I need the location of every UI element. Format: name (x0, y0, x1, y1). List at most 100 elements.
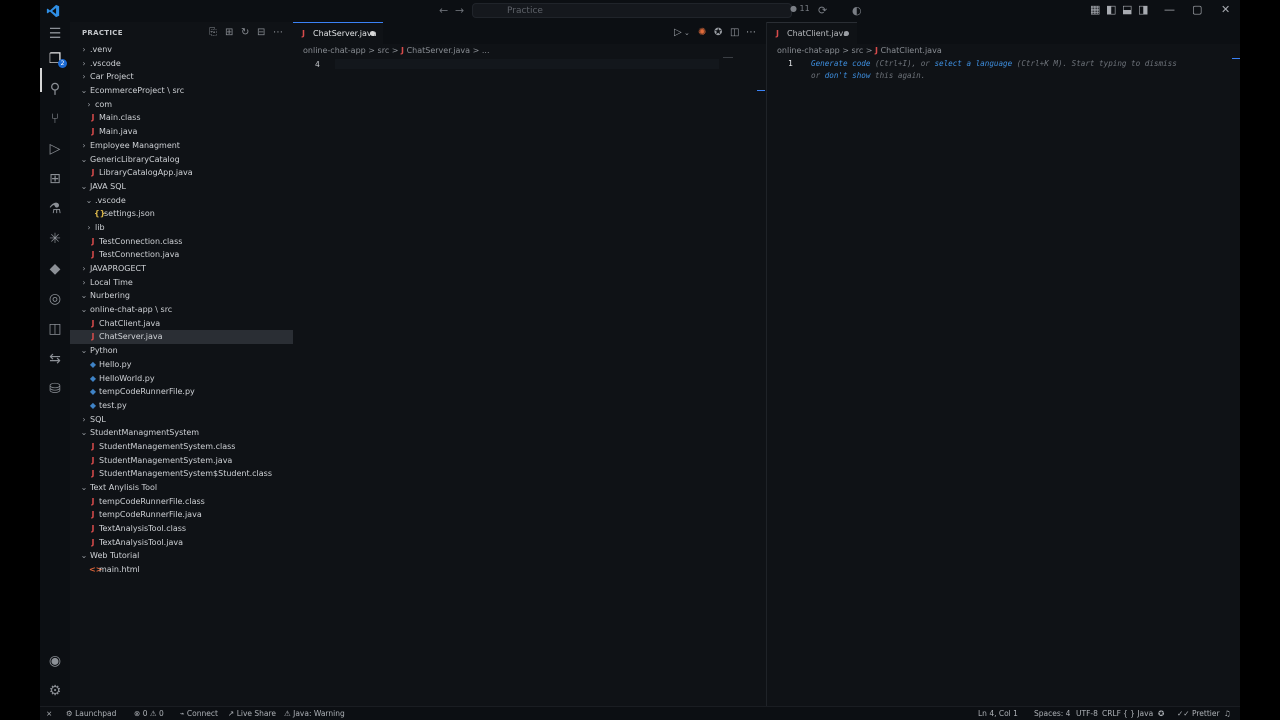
copilot-status-icon[interactable]: ✪ (1158, 709, 1164, 718)
chat-icon[interactable]: ◫ (46, 320, 64, 338)
tab-chatserver[interactable]: J ChatServer.java (293, 22, 383, 44)
chevron-down-icon[interactable]: ⌄ (85, 194, 93, 208)
remote-explorer-icon[interactable]: ⇆ (46, 350, 64, 368)
spark-icon[interactable]: ✺ (698, 27, 706, 38)
testing-icon[interactable]: ⚗ (46, 200, 64, 218)
tree-folder[interactable]: ⌄ EcommerceProject \ src (70, 84, 293, 98)
minimize-icon[interactable]: — (1164, 3, 1175, 16)
select-language-link[interactable]: select a language (934, 59, 1012, 68)
tree-file[interactable]: J TestConnection.java (70, 248, 293, 262)
source-control-icon[interactable]: ⑂ (46, 110, 64, 128)
tree-file[interactable]: J StudentManagementSystem$Student.class (70, 467, 293, 481)
chevron-down-icon[interactable]: ⌄ (80, 303, 88, 317)
menu-icon[interactable]: ☰ (46, 25, 64, 43)
chevron-down-icon[interactable]: ⌄ (80, 153, 88, 167)
unsaved-dot-icon[interactable] (844, 31, 849, 36)
copilot-status-icon[interactable]: ✪ (714, 27, 722, 38)
crumb-src[interactable]: src (852, 46, 864, 55)
tree-file[interactable]: J Main.java (70, 125, 293, 139)
command-center-search[interactable]: Practice (472, 3, 792, 18)
tree-folder[interactable]: › .vscode (70, 57, 293, 71)
database-icon[interactable]: ⛁ (46, 380, 64, 398)
tree-file[interactable]: ◆ HelloWorld.py (70, 372, 293, 386)
problems-item[interactable]: ⊗ 0 ⚠ 0 (134, 709, 164, 718)
chevron-down-icon[interactable]: ⌄ (80, 180, 88, 194)
python-icon[interactable]: ◆ (46, 260, 64, 278)
collapse-all-icon[interactable]: ⊟ (257, 27, 265, 38)
dont-show-link[interactable]: don't show (825, 71, 871, 80)
more-actions-icon[interactable]: ⋯ (273, 27, 283, 38)
tab-chatclient[interactable]: J ChatClient.java (767, 22, 857, 44)
launchpad-item[interactable]: ⚙ Launchpad (66, 709, 116, 718)
tree-file[interactable]: ◆ tempCodeRunnerFile.py (70, 385, 293, 399)
toggle-panel-icon[interactable]: ⬓ (1122, 3, 1132, 16)
maximize-icon[interactable]: ▢ (1192, 3, 1202, 16)
tree-file[interactable]: J ChatClient.java (70, 317, 293, 331)
tree-folder[interactable]: › lib (70, 221, 293, 235)
tree-file[interactable]: J LibraryCatalogApp.java (70, 166, 293, 180)
search-icon[interactable]: ⚲ (46, 80, 64, 98)
tree-folder[interactable]: › JAVAPROGECT (70, 262, 293, 276)
tree-file[interactable]: J TextAnalysisTool.class (70, 522, 293, 536)
tree-file[interactable]: J Main.class (70, 111, 293, 125)
chevron-down-icon[interactable]: ⌄ (80, 84, 88, 98)
tree-folder[interactable]: › Local Time (70, 276, 293, 290)
new-folder-icon[interactable]: ⊞ (225, 27, 233, 38)
notifications-indicator[interactable]: ● 11 (790, 4, 810, 13)
tree-file[interactable]: J StudentManagementSystem.java (70, 454, 293, 468)
tree-file[interactable]: {} settings.json (70, 207, 293, 221)
tree-file[interactable]: ◆ Hello.py (70, 358, 293, 372)
tree-folder[interactable]: › SQL (70, 413, 293, 427)
cursor-position[interactable]: Ln 4, Col 1 (978, 709, 1018, 718)
toggle-secondary-sidebar-icon[interactable]: ◨ (1138, 3, 1148, 16)
split-editor-icon[interactable]: ◫ (730, 27, 739, 38)
unsaved-dot-icon[interactable] (370, 31, 375, 36)
chevron-down-icon[interactable]: ⌄ (80, 344, 88, 358)
chevron-right-icon[interactable]: › (80, 276, 88, 290)
new-file-icon[interactable]: ⎘ (209, 27, 217, 38)
tree-file[interactable]: J ChatServer.java (70, 330, 293, 345)
tree-folder[interactable]: ⌄ Nurbering (70, 289, 293, 303)
account-icon[interactable]: ◉ (46, 652, 64, 670)
language-mode[interactable]: { } Java (1123, 709, 1153, 718)
chevron-right-icon[interactable]: › (80, 43, 88, 57)
connect-item[interactable]: ⌁ Connect (180, 709, 218, 718)
tree-folder[interactable]: ⌄ StudentManagmentSystem (70, 426, 293, 440)
chevron-right-icon[interactable]: › (80, 262, 88, 276)
run-dropdown-icon[interactable]: ⌄ (684, 29, 690, 37)
extensions-icon[interactable]: ⊞ (46, 170, 64, 188)
tree-folder[interactable]: › Car Project (70, 70, 293, 84)
chevron-right-icon[interactable]: › (80, 139, 88, 153)
live-share-item[interactable]: ↗ Live Share (228, 709, 276, 718)
crumb-tail[interactable]: ... (482, 46, 490, 55)
chevron-right-icon[interactable]: › (80, 57, 88, 71)
prettier-item[interactable]: ✓✓ Prettier (1177, 709, 1220, 718)
tree-file[interactable]: ◆ test.py (70, 399, 293, 413)
generate-code-link[interactable]: Generate code (811, 59, 870, 68)
tree-folder[interactable]: ⌄ GenericLibraryCatalog (70, 153, 293, 167)
tree-folder[interactable]: ⌄ Text Anylisis Tool (70, 481, 293, 495)
chevron-right-icon[interactable]: › (85, 98, 93, 112)
line-ending[interactable]: CRLF (1102, 709, 1121, 718)
close-icon[interactable]: ✕ (1221, 3, 1230, 16)
tree-file[interactable]: J StudentManagementSystem.class (70, 440, 293, 454)
run-debug-icon[interactable]: ▷ (46, 140, 64, 158)
gitlens-icon[interactable]: ◎ (46, 290, 64, 308)
chevron-down-icon[interactable]: ⌄ (80, 426, 88, 440)
toggle-sidebar-icon[interactable]: ◧ (1106, 3, 1116, 16)
refresh-icon[interactable]: ↻ (241, 27, 249, 38)
chevron-right-icon[interactable]: › (80, 413, 88, 427)
accounts-icon[interactable]: ◐ (852, 4, 862, 17)
run-icon[interactable]: ▷ (674, 27, 682, 38)
tree-folder[interactable]: ⌄ Web Tutorial (70, 549, 293, 563)
tree-folder[interactable]: › .venv (70, 43, 293, 57)
settings-gear-icon[interactable]: ⚙ (46, 682, 64, 700)
crumb-project[interactable]: online-chat-app (303, 46, 366, 55)
tree-file[interactable]: J TextAnalysisTool.java (70, 536, 293, 550)
tree-folder[interactable]: › com (70, 98, 293, 112)
copilot-icon[interactable]: ⟳ (818, 4, 827, 17)
chevron-right-icon[interactable]: › (85, 221, 93, 235)
tree-file[interactable]: J TestConnection.class (70, 235, 293, 249)
chevron-down-icon[interactable]: ⌄ (80, 289, 88, 303)
chevron-down-icon[interactable]: ⌄ (80, 549, 88, 563)
